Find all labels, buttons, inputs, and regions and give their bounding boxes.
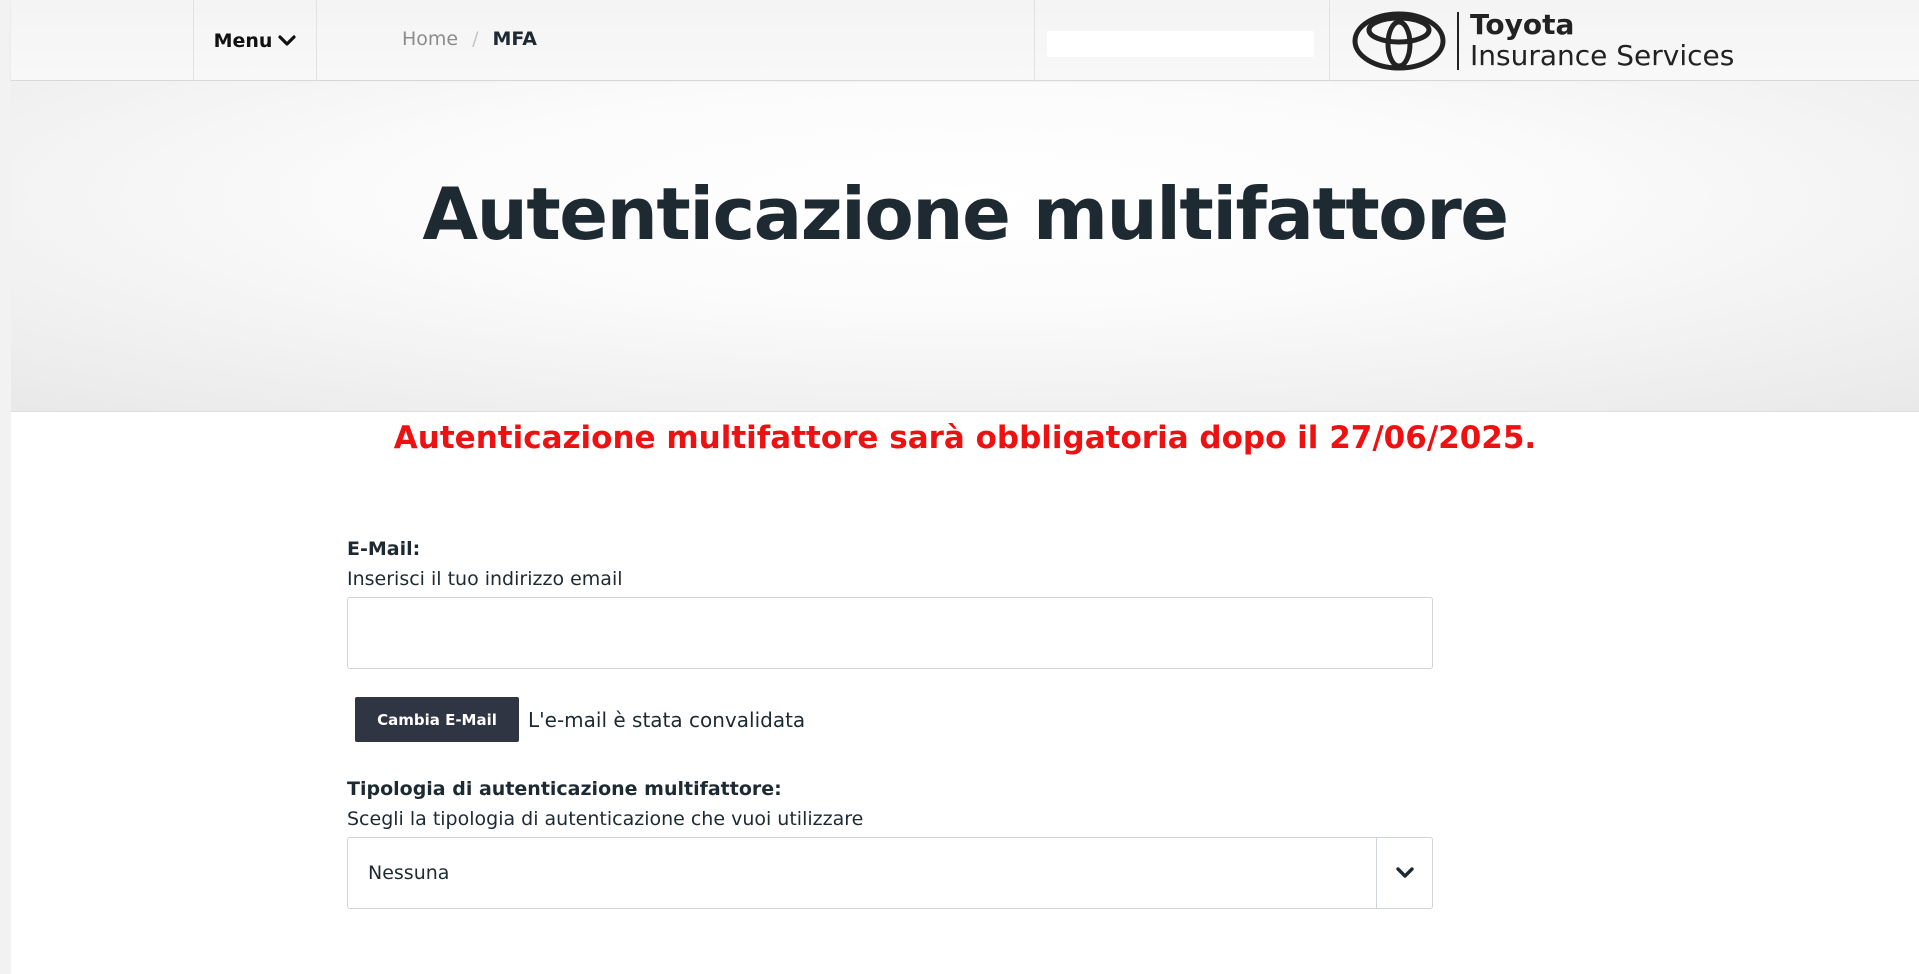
page-title: Autenticazione multifattore [422, 172, 1509, 256]
menu-label: Menu [213, 29, 273, 52]
mfa-type-label: Tipologia di autenticazione multifattore… [347, 778, 782, 800]
toyota-insurance-logo[interactable]: Toyota Insurance Services [1351, 8, 1735, 72]
breadcrumb-current: MFA [492, 28, 537, 50]
chevron-down-icon [278, 34, 297, 46]
logo-subtitle: Insurance Services [1470, 39, 1735, 72]
chevron-down-icon [1395, 867, 1414, 878]
change-email-button[interactable]: Cambia E-Mail [355, 697, 519, 742]
email-help-text: Inserisci il tuo indirizzo email [347, 568, 623, 590]
hero-banner: Autenticazione multifattore [11, 82, 1919, 412]
breadcrumb-home-link[interactable]: Home [402, 28, 458, 50]
mfa-form: E-Mail: Inserisci il tuo indirizzo email… [347, 538, 1433, 909]
search-area [1034, 0, 1330, 81]
email-validated-status: L'e-mail è stata convalidata [528, 707, 806, 732]
mfa-type-help-text: Scegli la tipologia di autenticazione ch… [347, 808, 864, 830]
mfa-type-select[interactable]: Nessuna [347, 837, 1433, 909]
mfa-type-section: Tipologia di autenticazione multifattore… [347, 778, 1433, 909]
logo-divider [1457, 12, 1459, 70]
mfa-type-selected-value: Nessuna [368, 862, 450, 884]
toyota-emblem-icon [1352, 11, 1446, 71]
menu-button[interactable]: Menu [193, 0, 317, 81]
email-actions: Cambia E-Mail L'e-mail è stata convalida… [347, 697, 1433, 742]
breadcrumb: Home / MFA [402, 28, 537, 50]
site-header: Menu Home / MFA Toyota Insurance Service… [11, 0, 1919, 81]
mfa-warning-notice: Autenticazione multifattore sarà obbliga… [393, 420, 1537, 456]
email-label: E-Mail: [347, 538, 421, 560]
breadcrumb-separator: / [472, 28, 479, 50]
search-input[interactable] [1047, 31, 1314, 57]
email-field[interactable] [347, 597, 1433, 669]
logo-text: Toyota Insurance Services [1470, 8, 1735, 72]
select-toggle[interactable] [1376, 838, 1432, 908]
page: Menu Home / MFA Toyota Insurance Service… [11, 0, 1919, 974]
logo-brand: Toyota [1470, 8, 1575, 42]
